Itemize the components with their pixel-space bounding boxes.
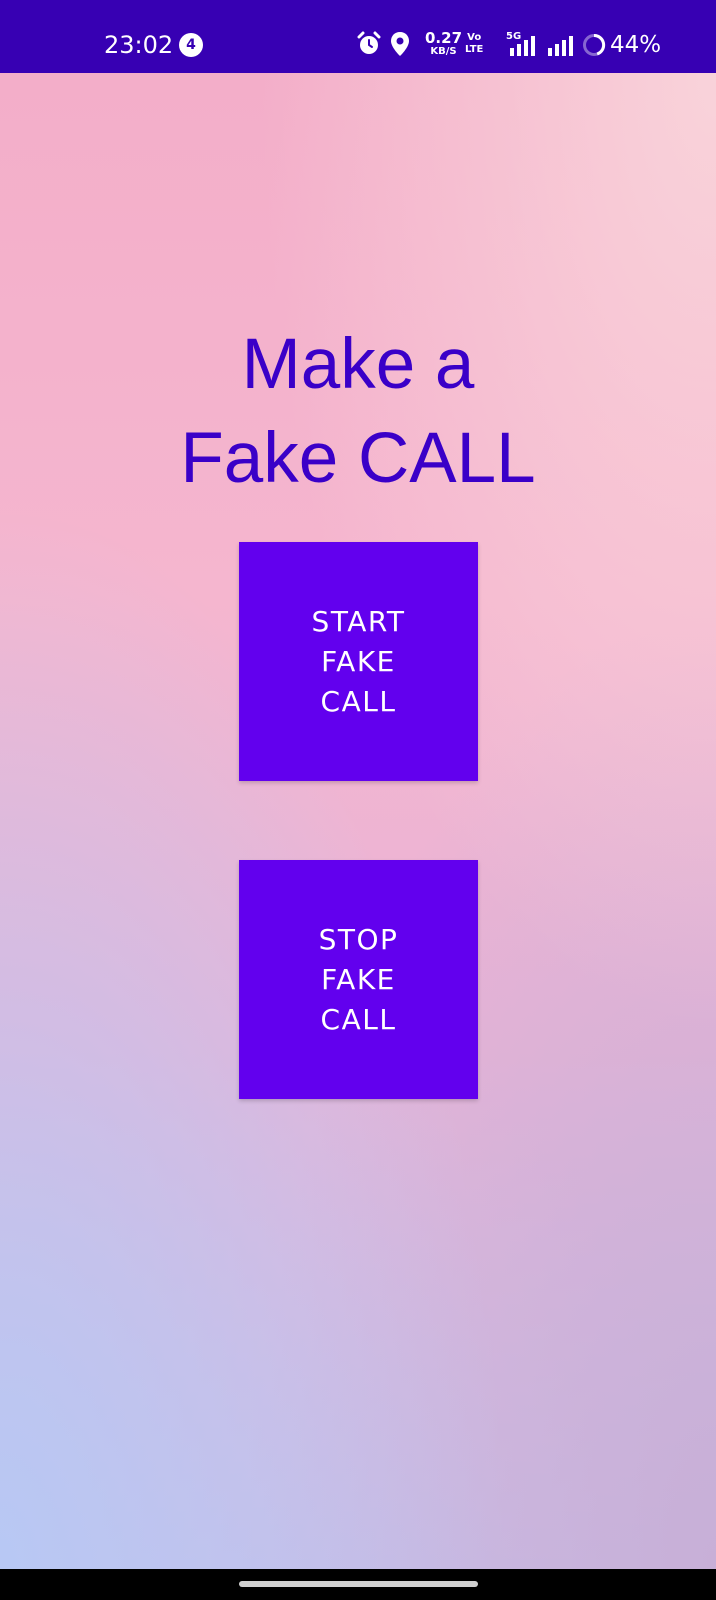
alarm-icon	[357, 31, 381, 62]
page-title-line2: Fake CALL	[180, 419, 536, 498]
navigation-bar	[0, 1569, 716, 1600]
volte-indicator: Vo LTE	[465, 32, 483, 56]
volte-top: Vo	[467, 32, 482, 43]
notification-count-badge: 4	[179, 33, 203, 57]
stop-fake-call-button[interactable]: STOP FAKE CALL	[239, 860, 478, 1099]
location-icon	[390, 31, 410, 62]
battery-ring-icon	[582, 33, 606, 62]
start-fake-call-label: START FAKE CALL	[311, 604, 406, 718]
signal-icon	[509, 36, 537, 61]
signal-icon-2	[547, 36, 575, 61]
start-fake-call-button[interactable]: START FAKE CALL	[239, 542, 478, 781]
main-content: Make a Fake CALL START FAKE CALL STOP FA…	[0, 73, 716, 1569]
page-title: Make a Fake CALL	[0, 318, 716, 506]
stop-fake-call-label: STOP FAKE CALL	[318, 922, 399, 1036]
status-bar: 23:02 4 0.27 KB/S Vo LTE 5G 44%	[0, 0, 716, 73]
status-time: 23:02	[104, 31, 174, 59]
network-speed-value: 0.27	[425, 29, 463, 47]
volte-bottom: LTE	[465, 44, 484, 55]
page-title-line1: Make a	[241, 325, 475, 404]
network-speed: 0.27 KB/S	[425, 31, 462, 57]
network-speed-unit: KB/S	[430, 46, 457, 57]
battery-percent: 44%	[610, 32, 662, 58]
home-gesture-handle[interactable]	[239, 1581, 478, 1587]
